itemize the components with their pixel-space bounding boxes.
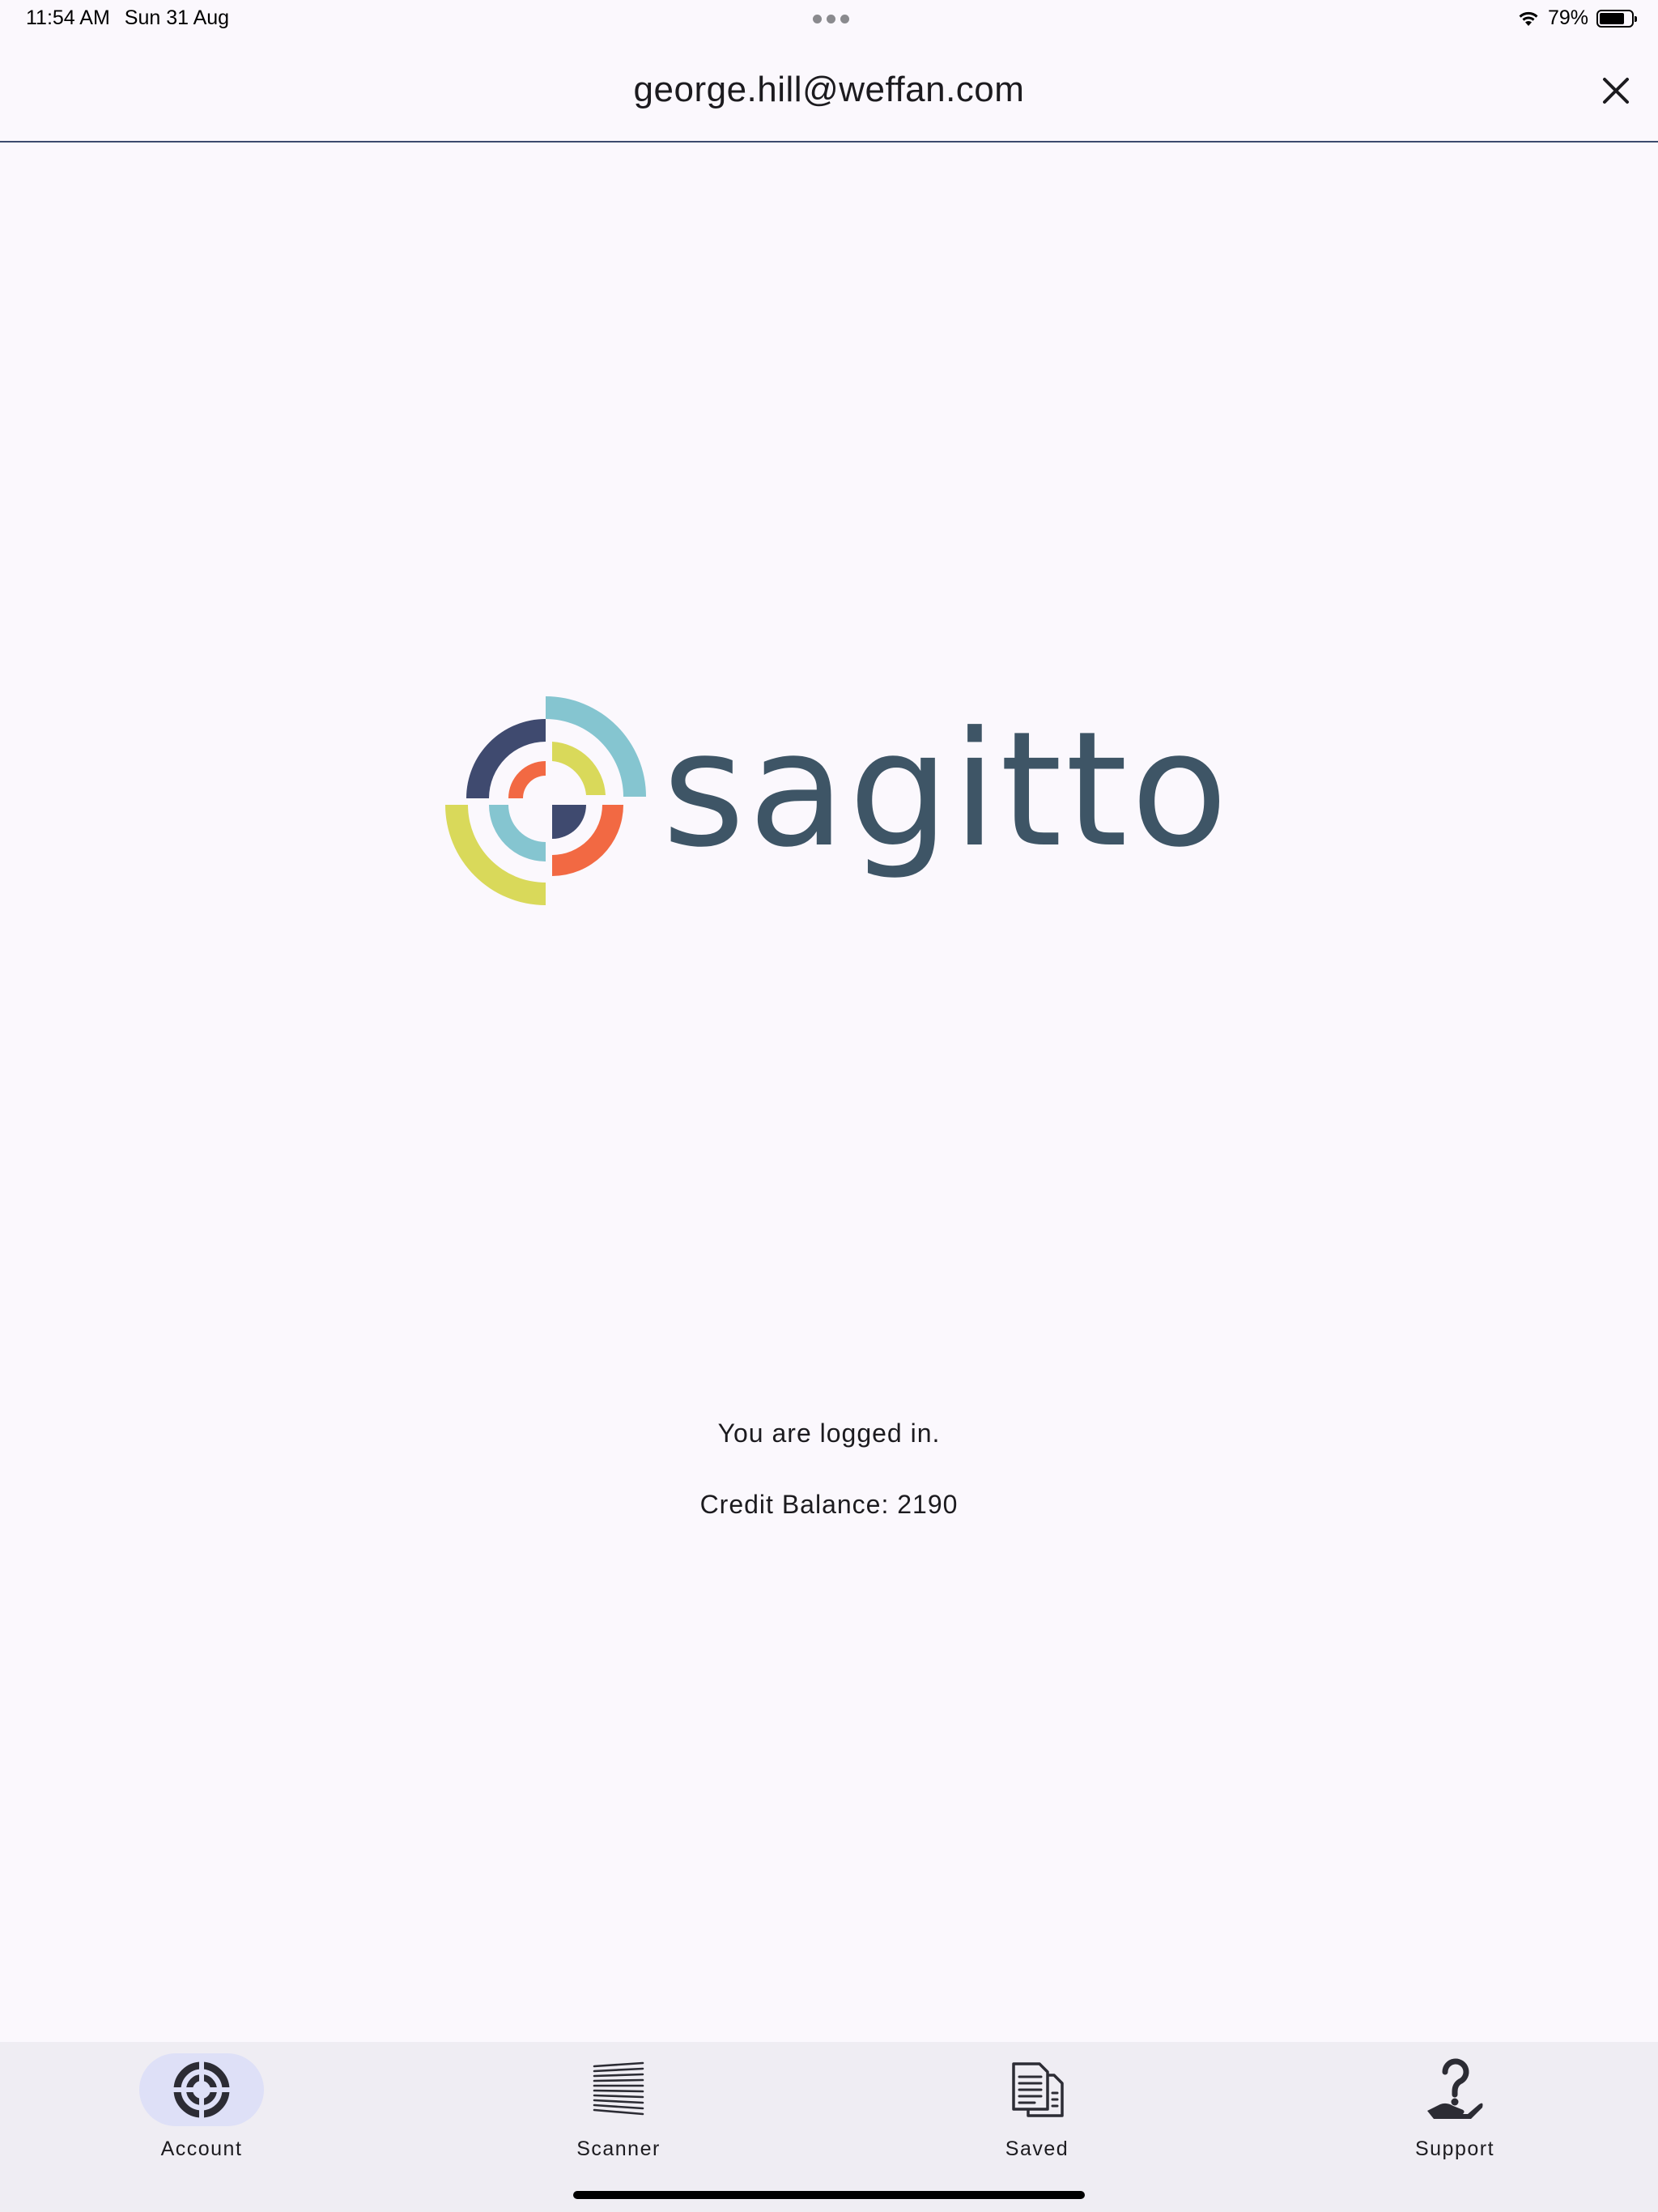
status-bar: 11:54 AM Sun 31 Aug 79% <box>0 0 1658 39</box>
status-time-date: 11:54 AM Sun 31 Aug <box>26 6 244 30</box>
credit-balance-text: Credit Balance: 2190 <box>699 1490 959 1519</box>
app-header: george.hill@weffan.com <box>0 39 1658 143</box>
nav-item-account[interactable]: Account <box>104 2053 299 2167</box>
battery-percent: 79% <box>1547 6 1588 29</box>
login-status-text: You are logged in. <box>717 1419 941 1448</box>
nav-item-support[interactable]: Support <box>1358 2053 1552 2167</box>
nav-label-account: Account <box>160 2138 243 2160</box>
bottom-navigation-bar: Account Scanner Saved Support <box>0 2042 1658 2212</box>
status-date: Sun 31 Aug <box>124 6 230 29</box>
close-button[interactable] <box>1595 70 1637 112</box>
help-hand-icon <box>1427 2058 1483 2119</box>
document-icon <box>1012 2062 1064 2117</box>
nav-label-support: Support <box>1414 2138 1495 2160</box>
status-indicators: 79% <box>1517 6 1637 30</box>
home-indicator[interactable] <box>573 2191 1085 2199</box>
scanner-icon <box>593 2061 644 2116</box>
multitasking-dots-icon[interactable] <box>813 15 849 23</box>
sagitto-target-logo-icon <box>445 696 646 905</box>
logo-wordmark: sagitto <box>662 698 1231 883</box>
wifi-icon <box>1519 11 1538 26</box>
nav-item-scanner[interactable]: Scanner <box>521 2053 716 2167</box>
battery-icon <box>1596 9 1637 28</box>
nav-item-saved[interactable]: Saved <box>940 2053 1134 2167</box>
nav-active-indicator <box>139 2053 264 2126</box>
sagitto-logo: sagitto <box>444 696 1228 907</box>
nav-label-saved: Saved <box>1005 2138 1069 2160</box>
page-title: george.hill@weffan.com <box>633 70 1025 109</box>
nav-label-scanner: Scanner <box>576 2138 661 2160</box>
status-time: 11:54 AM <box>26 6 110 29</box>
target-icon <box>172 2060 232 2120</box>
close-icon <box>1603 78 1629 104</box>
